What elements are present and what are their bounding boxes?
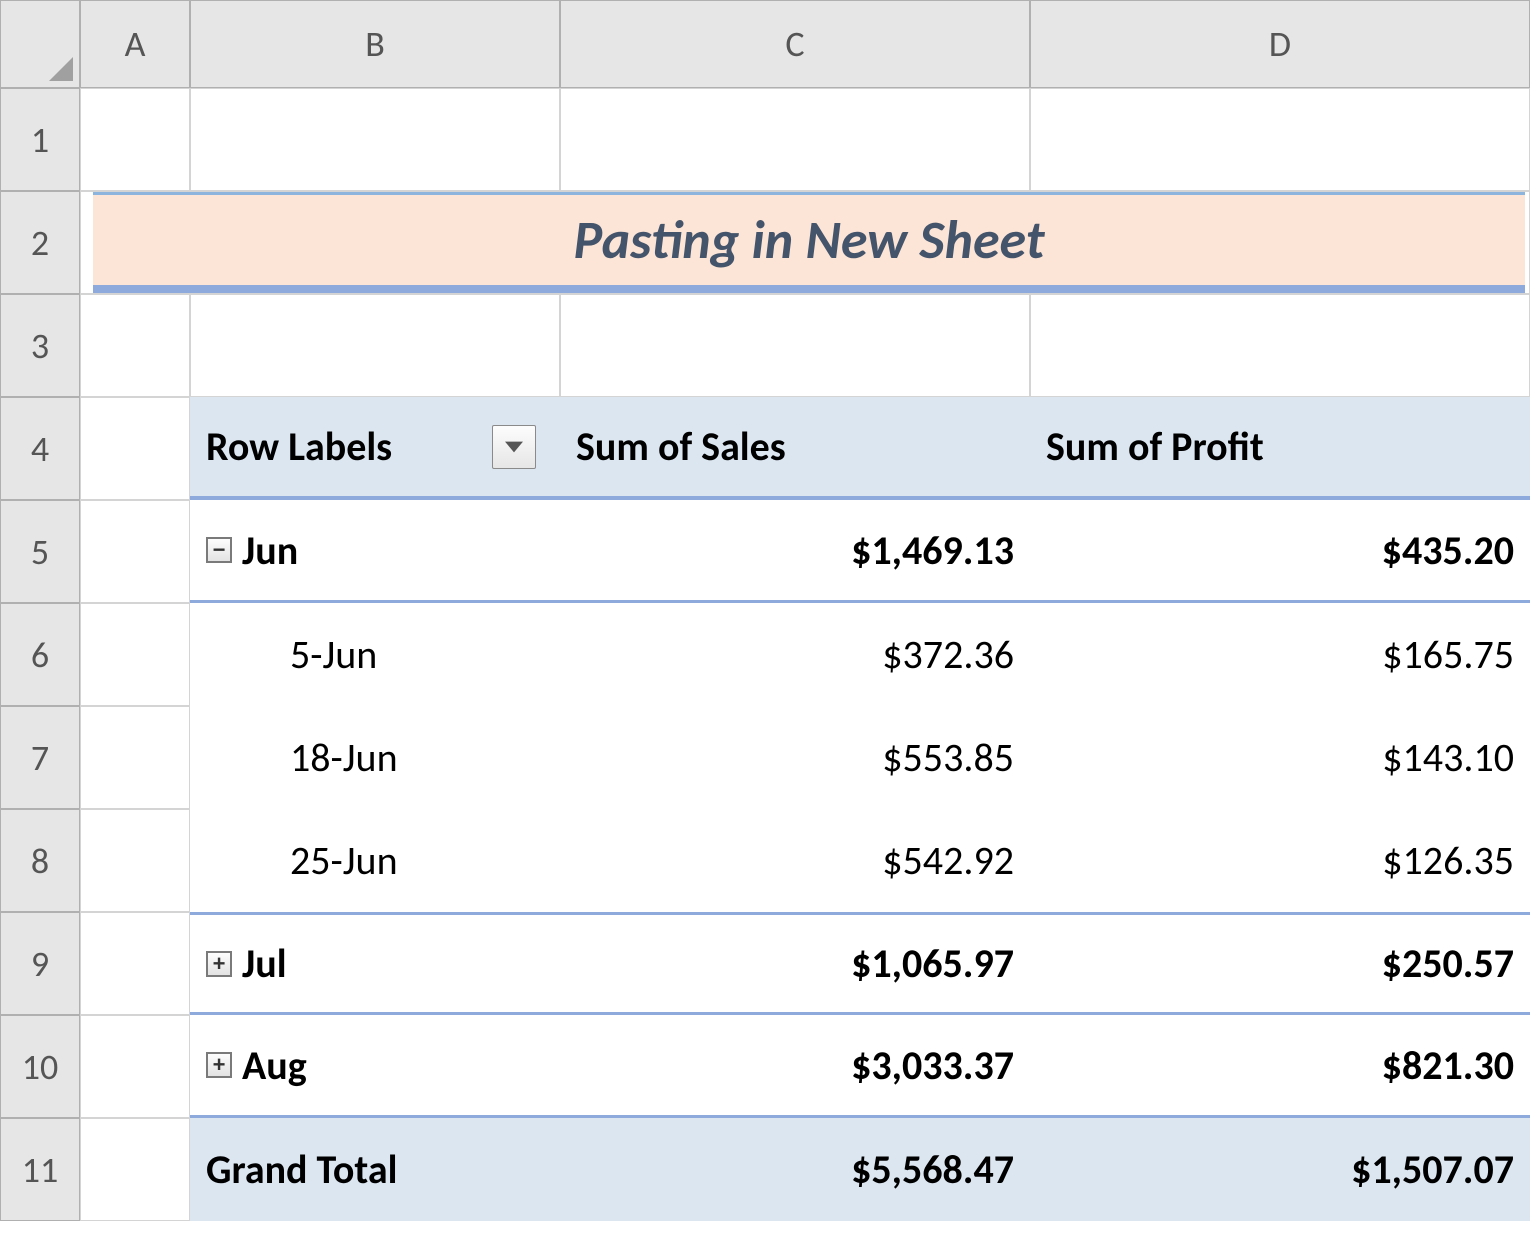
expand-icon[interactable]: + <box>206 1052 232 1078</box>
pivot-grand-total-profit[interactable]: $1,507.07 <box>1030 1118 1530 1221</box>
row-header-8[interactable]: 8 <box>0 809 80 912</box>
col-header-c[interactable]: C <box>560 0 1030 88</box>
pivot-aug-sales[interactable]: $3,033.37 <box>560 1015 1030 1118</box>
cell-c3[interactable] <box>560 294 1030 397</box>
cell-a5[interactable] <box>80 500 190 603</box>
row-header-5[interactable]: 5 <box>0 500 80 603</box>
cell-d3[interactable] <box>1030 294 1530 397</box>
cell-a11[interactable] <box>80 1118 190 1221</box>
pivot-row-aug-label: Aug <box>242 1041 307 1090</box>
pivot-header-sum-profit[interactable]: Sum of Profit <box>1030 397 1530 500</box>
pivot-jul-sales[interactable]: $1,065.97 <box>560 912 1030 1015</box>
pivot-5jun-profit[interactable]: $165.75 <box>1030 603 1530 706</box>
filter-dropdown-button[interactable] <box>492 425 536 469</box>
pivot-row-jul[interactable]: + Jul <box>190 912 560 1015</box>
row-header-3[interactable]: 3 <box>0 294 80 397</box>
cell-a3[interactable] <box>80 294 190 397</box>
row-header-2[interactable]: 2 <box>0 191 80 294</box>
collapse-icon[interactable]: − <box>206 537 232 563</box>
pivot-18jun-sales[interactable]: $553.85 <box>560 706 1030 809</box>
cell-a8[interactable] <box>80 809 190 912</box>
pivot-18jun-profit[interactable]: $143.10 <box>1030 706 1530 809</box>
cell-a6[interactable] <box>80 603 190 706</box>
pivot-header-sum-profit-text: Sum of Profit <box>1046 422 1264 471</box>
cell-a4[interactable] <box>80 397 190 500</box>
expand-icon[interactable]: + <box>206 951 232 977</box>
cell-a1[interactable] <box>80 88 190 191</box>
chevron-down-icon <box>505 441 523 453</box>
pivot-row-jun[interactable]: − Jun <box>190 500 560 603</box>
cell-b1[interactable] <box>190 88 560 191</box>
title-text: Pasting in New Sheet <box>93 192 1525 293</box>
pivot-grand-total-sales[interactable]: $5,568.47 <box>560 1118 1030 1221</box>
pivot-25jun-sales[interactable]: $542.92 <box>560 809 1030 912</box>
pivot-row-5jun[interactable]: 5-Jun <box>190 603 560 706</box>
pivot-row-25jun[interactable]: 25-Jun <box>190 809 560 912</box>
row-header-6[interactable]: 6 <box>0 603 80 706</box>
col-header-b[interactable]: B <box>190 0 560 88</box>
cell-c1[interactable] <box>560 88 1030 191</box>
pivot-25jun-profit[interactable]: $126.35 <box>1030 809 1530 912</box>
pivot-row-jul-label: Jul <box>242 939 287 988</box>
pivot-jul-profit[interactable]: $250.57 <box>1030 912 1530 1015</box>
title-cell[interactable]: Pasting in New Sheet <box>80 191 1530 294</box>
pivot-header-sum-sales[interactable]: Sum of Sales <box>560 397 1030 500</box>
cell-b3[interactable] <box>190 294 560 397</box>
pivot-header-row-labels[interactable]: Row Labels <box>190 397 560 500</box>
row-header-9[interactable]: 9 <box>0 912 80 1015</box>
pivot-5jun-sales[interactable]: $372.36 <box>560 603 1030 706</box>
col-header-d[interactable]: D <box>1030 0 1530 88</box>
pivot-grand-total-label[interactable]: Grand Total <box>190 1118 560 1221</box>
pivot-aug-profit[interactable]: $821.30 <box>1030 1015 1530 1118</box>
pivot-row-aug[interactable]: + Aug <box>190 1015 560 1118</box>
cell-d1[interactable] <box>1030 88 1530 191</box>
pivot-jun-profit[interactable]: $435.20 <box>1030 500 1530 603</box>
row-header-4[interactable]: 4 <box>0 397 80 500</box>
cell-a9[interactable] <box>80 912 190 1015</box>
select-all-corner[interactable] <box>0 0 80 88</box>
row-header-10[interactable]: 10 <box>0 1015 80 1118</box>
pivot-header-row-labels-text: Row Labels <box>206 422 392 471</box>
pivot-jun-sales[interactable]: $1,469.13 <box>560 500 1030 603</box>
pivot-header-sum-sales-text: Sum of Sales <box>576 422 786 471</box>
cell-a10[interactable] <box>80 1015 190 1118</box>
row-header-7[interactable]: 7 <box>0 706 80 809</box>
row-header-1[interactable]: 1 <box>0 88 80 191</box>
row-header-11[interactable]: 11 <box>0 1118 80 1221</box>
pivot-row-jun-label: Jun <box>242 526 298 575</box>
spreadsheet-grid: A B C D 1 2 Pasting in New Sheet 3 4 Row… <box>0 0 1536 1221</box>
pivot-row-18jun[interactable]: 18-Jun <box>190 706 560 809</box>
col-header-a[interactable]: A <box>80 0 190 88</box>
cell-a7[interactable] <box>80 706 190 809</box>
